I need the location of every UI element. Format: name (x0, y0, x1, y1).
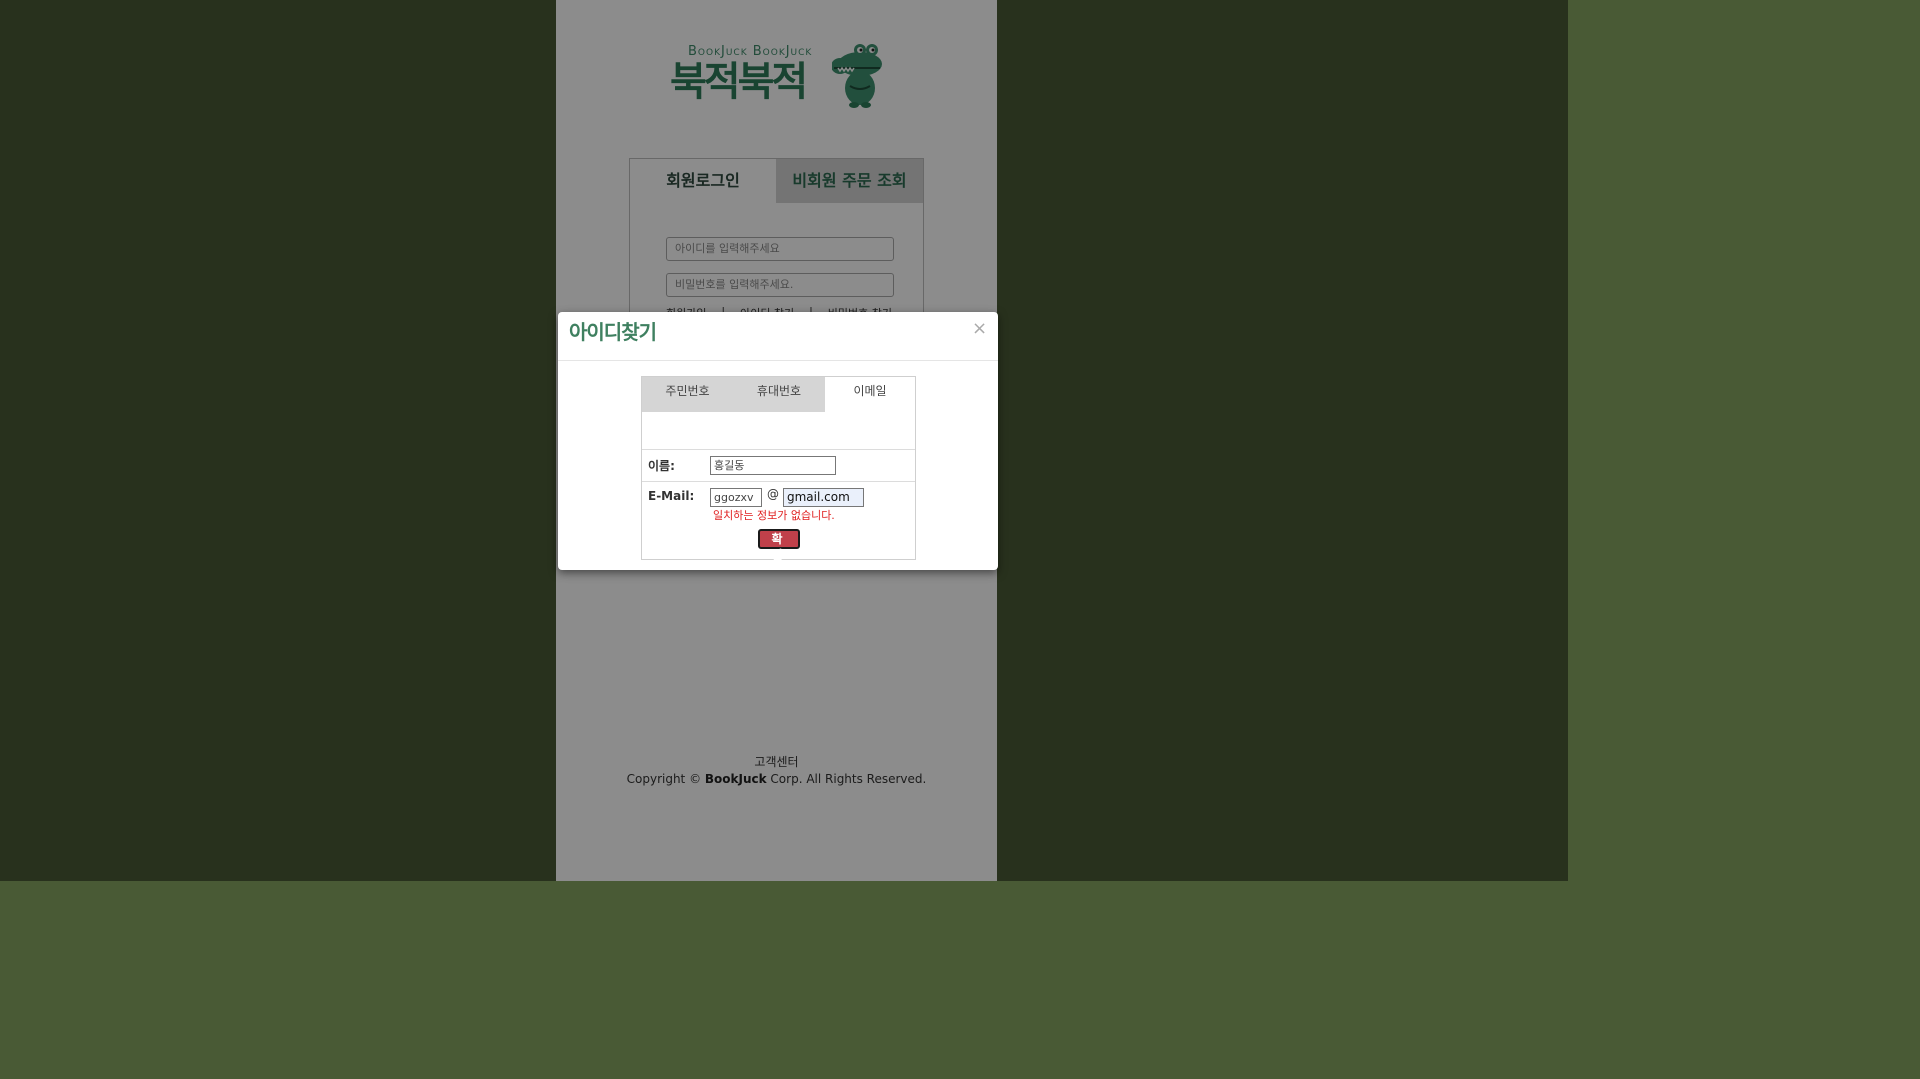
confirm-button[interactable]: 확 인 (758, 529, 800, 562)
tab-email[interactable]: 이메일 (825, 377, 915, 412)
email-id-input[interactable]: ggozxv (710, 488, 762, 507)
error-message: 일치하는 정보가 없습니다. (713, 509, 835, 522)
divider (642, 449, 915, 450)
close-icon[interactable]: × (972, 318, 987, 339)
modal-title: 아이디찾기 (569, 320, 657, 344)
divider (642, 481, 915, 482)
email-domain-input[interactable]: gmail.com (783, 488, 864, 507)
tab-phone-number[interactable]: 휴대번호 (733, 377, 825, 412)
tab-resident-number[interactable]: 주민번호 (642, 377, 733, 412)
modal-header: 아이디찾기 × (558, 312, 998, 361)
find-id-modal: 아이디찾기 × 주민번호 휴대번호 이메일 이름: 홍길동 E-Mail: gg… (558, 312, 998, 570)
name-label: 이름: (648, 459, 675, 473)
name-input[interactable]: 홍길동 (710, 456, 836, 475)
find-id-form: 주민번호 휴대번호 이메일 이름: 홍길동 E-Mail: ggozxv @ g… (641, 376, 916, 562)
at-sign: @ (767, 487, 779, 501)
email-label: E-Mail: (648, 489, 695, 503)
